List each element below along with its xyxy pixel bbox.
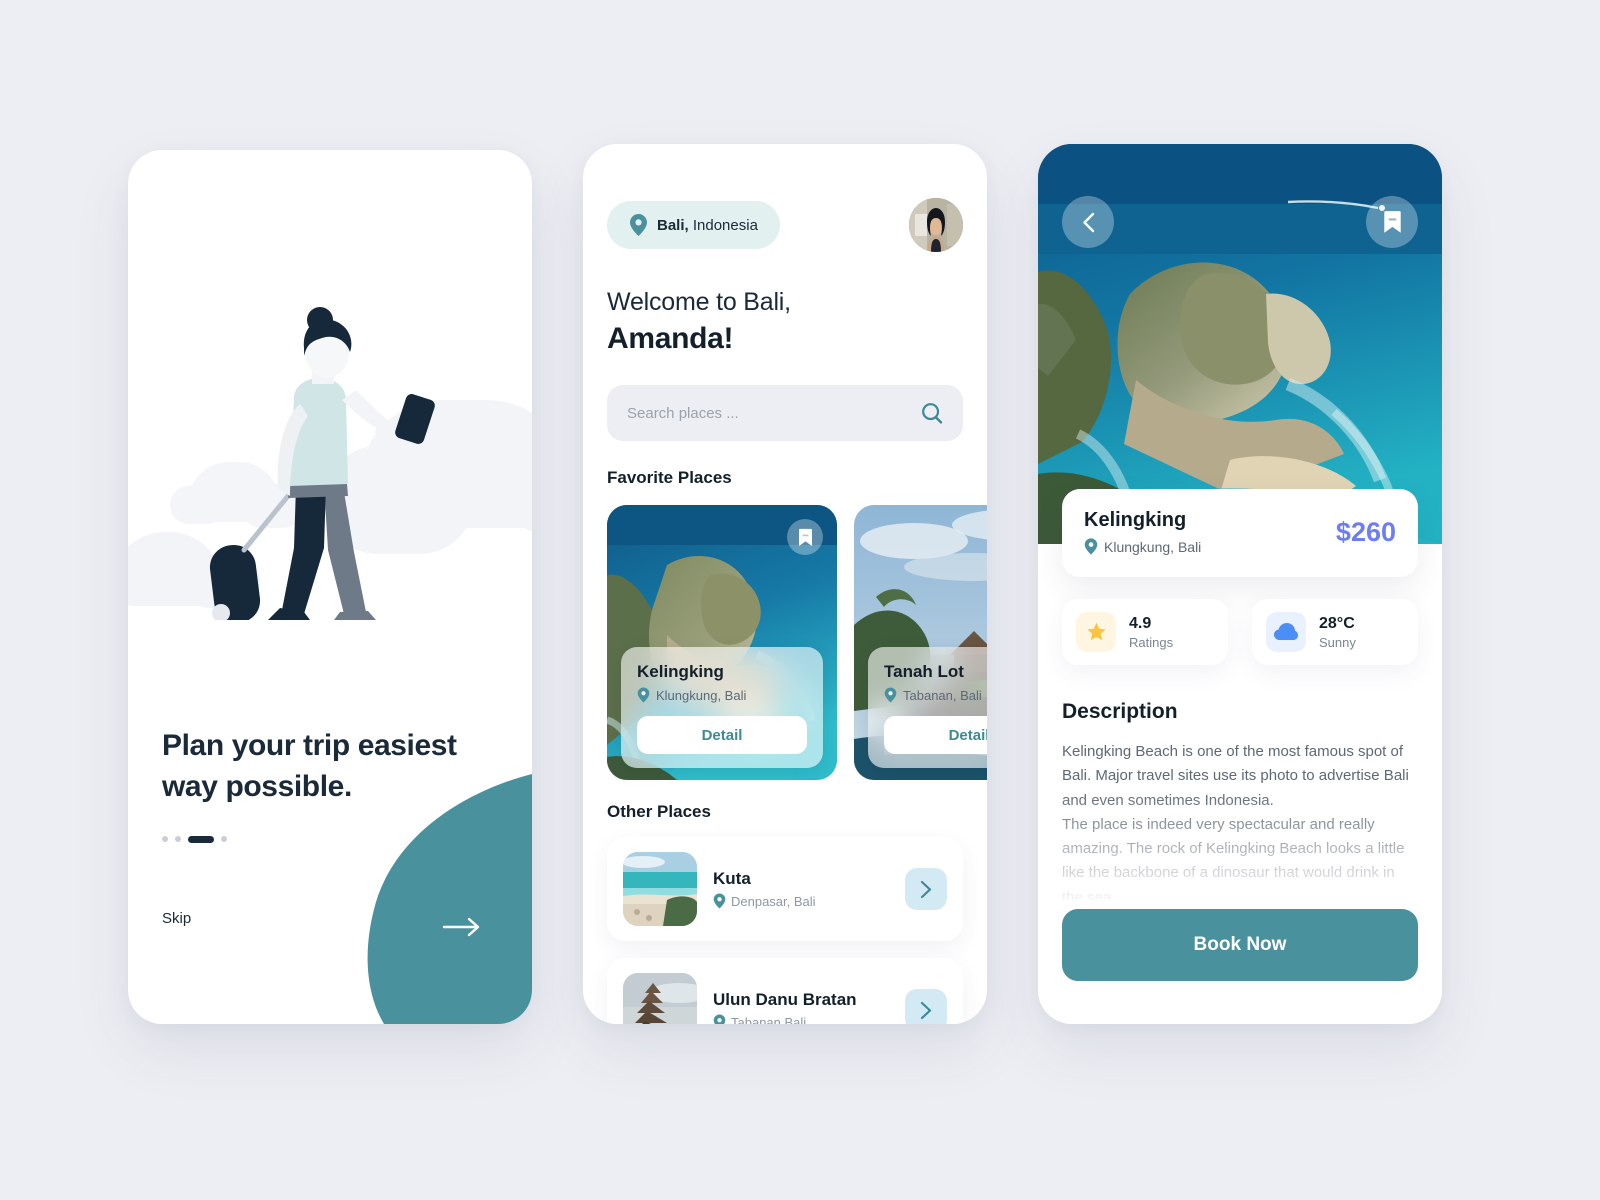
detail-button[interactable]: Detail (637, 716, 807, 754)
list-item[interactable]: Ulun Danu Bratan Tabanan Bali (607, 958, 963, 1024)
favorite-places-title: Favorite Places (607, 468, 732, 487)
home-screen: Bali, Indonesia Welcome to Bali, Amanda!… (583, 144, 987, 1024)
traveler-illustration (209, 307, 435, 620)
other-places-list: Kuta Denpasar, Bali Ulun Danu Bratan Tab… (607, 837, 963, 1024)
hero-image-container (1038, 144, 1442, 544)
place-info-card: Kelingking Klungkung, Bali $260 (1062, 489, 1418, 577)
map-pin-icon (884, 687, 897, 703)
favorite-card-name: Tanah Lot (884, 662, 964, 681)
stat-label: Sunny (1319, 634, 1356, 650)
list-item-location: Tabanan Bali (713, 1014, 889, 1024)
favorite-card-location-text: Tabanan, Bali (903, 687, 982, 703)
favorite-card-name: Kelingking (637, 662, 724, 681)
list-item-location-text: Tabanan Bali (731, 1014, 807, 1025)
search-icon[interactable] (921, 402, 943, 424)
favorite-card-overlay: Kelingking Klungkung, Bali Detail (621, 647, 823, 768)
map-pin-icon (1084, 538, 1098, 555)
cloud-icon-container (1266, 612, 1306, 652)
welcome-block: Welcome to Bali, Amanda! (607, 286, 963, 358)
star-icon (1086, 622, 1106, 641)
phone-screen-detail: Kelingking Klungkung, Bali $260 4.9 Rati… (1038, 144, 1442, 1024)
search-bar[interactable] (607, 385, 963, 441)
bookmark-icon (798, 528, 812, 546)
description-body: Kelingking Beach is one of the most famo… (1062, 743, 1409, 900)
description-title: Description (1062, 700, 1178, 723)
chevron-left-icon (1082, 212, 1094, 232)
favorite-card-location-text: Klungkung, Bali (656, 687, 747, 703)
place-name: Kelingking (1084, 509, 1187, 531)
pagination-dot[interactable] (175, 836, 181, 843)
avatar[interactable] (909, 198, 963, 252)
list-item-text: Ulun Danu Bratan Tabanan Bali (713, 990, 889, 1024)
list-item-location: Denpasar, Bali (713, 893, 889, 909)
price-label: $260 (1335, 516, 1396, 547)
home-header: Bali, Indonesia (607, 144, 963, 252)
stat-value: 4.9 (1129, 614, 1152, 632)
favorite-card[interactable]: Kelingking Klungkung, Bali Detail (607, 505, 837, 780)
stat-card-weather: 28°C Sunny (1252, 599, 1418, 665)
arrow-right-icon (442, 917, 480, 937)
detail-screen: Kelingking Klungkung, Bali $260 4.9 Rati… (1038, 144, 1442, 1024)
book-now-button[interactable]: Book Now (1062, 909, 1418, 981)
favorite-card-location: Klungkung, Bali (637, 687, 807, 703)
favorite-card-overlay: Tanah Lot Tabanan, Bali Detail (868, 647, 987, 768)
other-places-title: Other Places (607, 802, 711, 821)
list-item-name: Ulun Danu Bratan (713, 990, 857, 1009)
star-icon-container (1076, 612, 1116, 652)
chevron-right-icon (920, 1001, 932, 1019)
pagination-dot[interactable] (221, 836, 227, 843)
kuta-beach-photo (623, 852, 697, 926)
list-item-chevron-button[interactable] (905, 868, 947, 910)
bookmark-button[interactable] (787, 519, 823, 555)
stat-card-ratings: 4.9 Ratings (1062, 599, 1228, 665)
description-section: Description Kelingking Beach is one of t… (1062, 700, 1418, 900)
favorite-places-row[interactable]: Kelingking Klungkung, Bali Detail Tanah … (607, 505, 987, 780)
pagination-dot[interactable] (162, 836, 168, 843)
back-button[interactable] (1062, 196, 1114, 248)
detail-button[interactable]: Detail (884, 716, 987, 754)
stat-label: Ratings (1129, 634, 1174, 650)
location-country: Indonesia (688, 216, 758, 234)
pagination-dot-active[interactable] (188, 835, 214, 843)
avatar-photo (909, 198, 963, 252)
list-item-location-text: Denpasar, Bali (731, 893, 816, 909)
map-pin-icon (713, 1014, 726, 1024)
stat-text: 28°C Sunny (1319, 615, 1356, 650)
chevron-right-icon (920, 880, 932, 898)
favorite-card-location: Tabanan, Bali (884, 687, 987, 703)
location-text: Bali, Indonesia (657, 217, 758, 234)
favorite-card[interactable]: Tanah Lot Tabanan, Bali Detail (854, 505, 987, 780)
list-item-thumbnail (623, 852, 697, 926)
location-pill[interactable]: Bali, Indonesia (607, 201, 780, 249)
phone-screen-home: Bali, Indonesia Welcome to Bali, Amanda!… (583, 144, 987, 1024)
welcome-username: Amanda! (607, 322, 734, 355)
skip-button[interactable]: Skip (162, 910, 191, 927)
next-button[interactable] (292, 774, 532, 1024)
stat-text: 4.9 Ratings (1129, 615, 1173, 650)
phone-screen-onboarding: Plan your trip easiest way possible. Ski… (128, 150, 532, 1024)
map-pin-icon (713, 893, 726, 909)
ulun-danu-bratan-photo (623, 973, 697, 1024)
stat-value: 28°C (1319, 614, 1355, 632)
map-pin-icon (637, 687, 650, 703)
cloud-icon (1274, 623, 1298, 640)
bookmark-icon (1383, 211, 1401, 233)
list-item-name: Kuta (713, 869, 751, 888)
list-item[interactable]: Kuta Denpasar, Bali (607, 837, 963, 941)
list-item-chevron-button[interactable] (905, 989, 947, 1024)
place-location-text: Klungkung, Bali (1104, 538, 1202, 555)
welcome-greeting: Welcome to Bali, (607, 288, 791, 316)
place-location: Klungkung, Bali (1084, 538, 1201, 555)
bookmark-button[interactable] (1366, 196, 1418, 248)
mockup-stage: Plan your trip easiest way possible. Ski… (0, 0, 1600, 1200)
stats-row: 4.9 Ratings 28°C Sunny (1062, 599, 1418, 665)
list-item-text: Kuta Denpasar, Bali (713, 869, 889, 909)
place-info-text: Kelingking Klungkung, Bali (1084, 509, 1201, 555)
onboarding-screen: Plan your trip easiest way possible. Ski… (128, 150, 532, 1024)
location-city: Bali, (657, 216, 689, 234)
search-input[interactable] (627, 404, 877, 422)
list-item-thumbnail (623, 973, 697, 1024)
map-pin-icon (630, 214, 647, 236)
